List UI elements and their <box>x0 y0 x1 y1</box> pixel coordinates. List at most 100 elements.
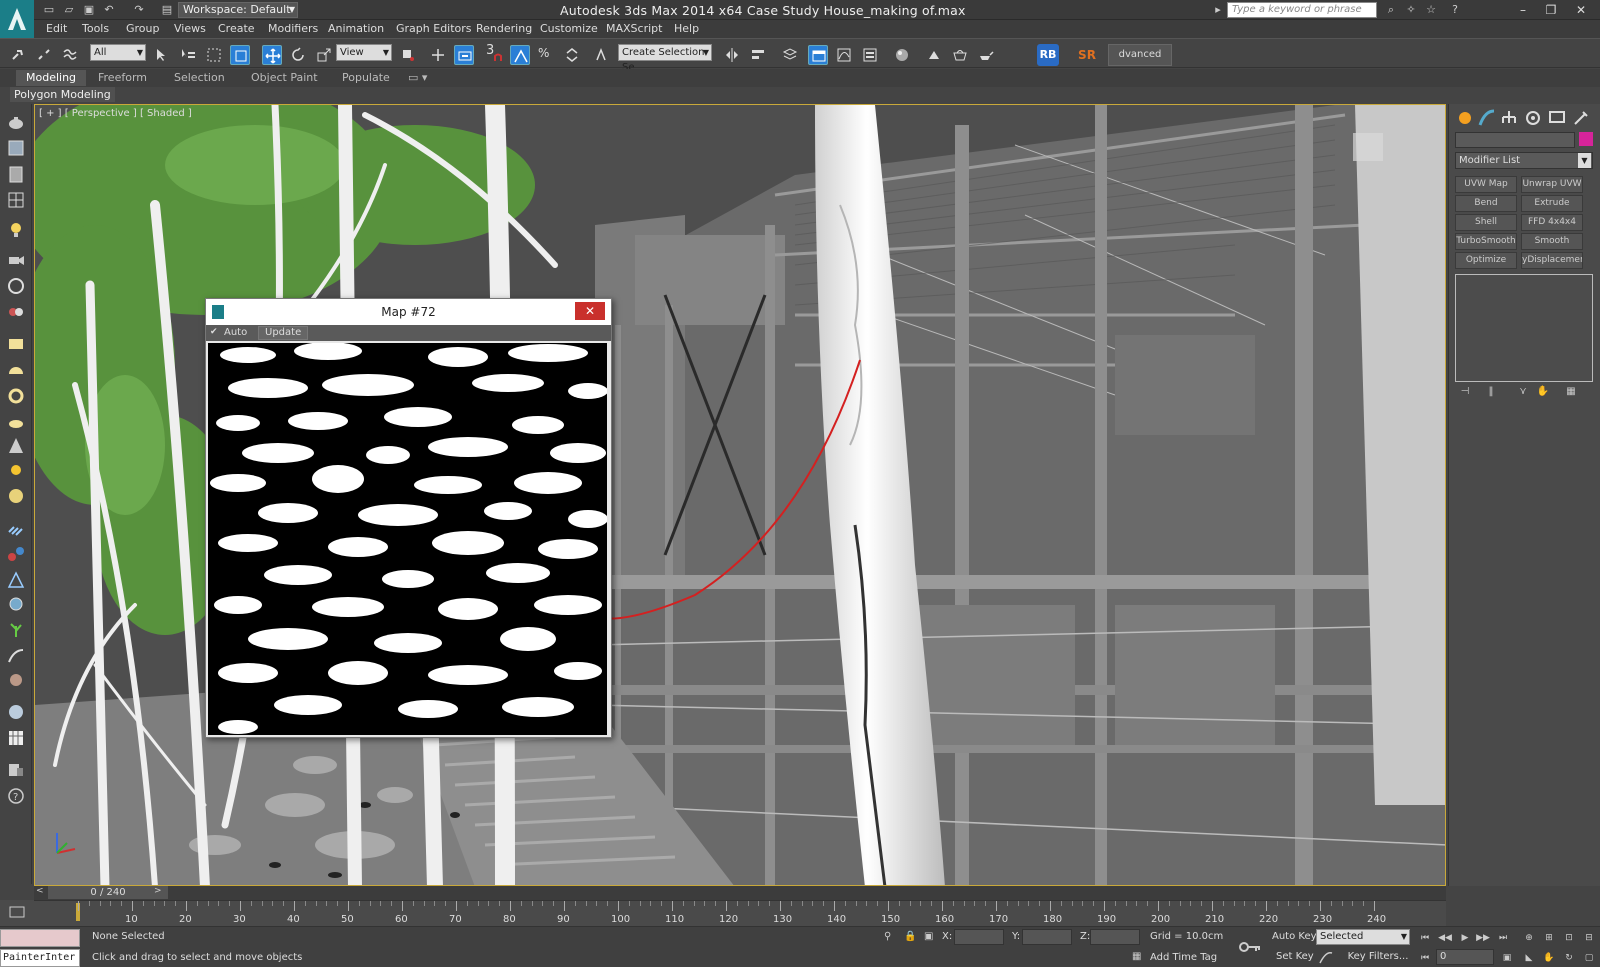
rb-button[interactable]: RB <box>1037 44 1059 66</box>
material-sphere-icon[interactable] <box>6 702 26 722</box>
time-configuration-icon[interactable]: ▣ <box>1500 951 1514 965</box>
teapot-yellow-icon[interactable] <box>6 412 26 432</box>
undo-icon[interactable]: ↶ <box>102 3 116 17</box>
dynamics-icon[interactable] <box>6 544 26 564</box>
keyboard-shortcut-override-icon[interactable] <box>454 45 474 65</box>
modifier-ffd-button[interactable]: FFD 4x4x4 <box>1521 214 1583 231</box>
play-icon[interactable]: ▶ <box>1458 931 1472 945</box>
modifier-uvw-map-button[interactable]: UVW Map <box>1455 176 1517 193</box>
foliage-icon[interactable] <box>6 620 26 640</box>
menu-customize[interactable]: Customize <box>540 22 598 35</box>
modifier-list-dropdown[interactable]: Modifier List ▼ <box>1455 152 1593 169</box>
menu-maxscript[interactable]: MAXScript <box>606 22 662 35</box>
rectangular-selection-icon[interactable] <box>204 45 224 65</box>
configure-modifier-sets-icon[interactable]: ▦ <box>1563 386 1579 400</box>
z-coordinate-field[interactable] <box>1090 929 1140 945</box>
space-warp-icon[interactable] <box>6 302 26 322</box>
modify-tab-icon[interactable] <box>1477 108 1497 128</box>
field-of-view-icon[interactable]: ◣ <box>1522 951 1536 965</box>
map-window-close-button[interactable]: ✕ <box>575 302 605 320</box>
hair-fur-icon[interactable] <box>6 646 26 666</box>
key-tangent-icon[interactable] <box>1318 951 1334 965</box>
select-object-icon[interactable] <box>152 45 172 65</box>
tab-freeform[interactable]: Freeform <box>98 71 147 84</box>
render-production-icon[interactable] <box>976 45 996 65</box>
object-color-swatch[interactable] <box>1579 132 1593 146</box>
light-bulb-icon[interactable] <box>6 220 26 240</box>
track-bar-menu[interactable] <box>0 900 34 926</box>
menu-help[interactable]: Help <box>674 22 699 35</box>
box-icon[interactable] <box>6 164 26 184</box>
named-selection-dropdown[interactable]: Create Selection Se ▼ <box>618 44 712 73</box>
edit-named-selection-icon[interactable] <box>592 45 612 65</box>
gear-icon[interactable] <box>6 594 26 614</box>
key-selection-set-dropdown[interactable]: Selected ▼ <box>1316 929 1410 945</box>
unlink-icon[interactable] <box>34 45 54 65</box>
next-frame-icon[interactable]: ▶▶ <box>1476 931 1490 945</box>
search-input[interactable]: Type a keyword or phrase <box>1227 2 1377 18</box>
communication-center-icon[interactable]: ✧ <box>1404 3 1418 17</box>
expand-arrow-icon[interactable]: ▸ <box>1211 3 1225 17</box>
zoom-extents-all-icon[interactable]: ⊟ <box>1582 931 1596 945</box>
tab-object-paint[interactable]: Object Paint <box>251 71 318 84</box>
material-editor-icon[interactable] <box>892 45 912 65</box>
help-icon[interactable]: ? <box>1448 3 1462 17</box>
sun-icon[interactable] <box>6 460 26 480</box>
key-icon[interactable] <box>1238 937 1262 957</box>
tab-selection[interactable]: Selection <box>174 71 225 84</box>
lock-icon[interactable]: 🔒 <box>904 931 916 942</box>
align-icon[interactable] <box>748 45 768 65</box>
help-circle-icon[interactable]: ? <box>6 786 26 806</box>
select-by-name-icon[interactable] <box>178 45 198 65</box>
manipulate-icon[interactable] <box>428 45 448 65</box>
auto-key-button[interactable]: Auto Key <box>1272 931 1317 942</box>
cone-icon[interactable] <box>6 436 26 456</box>
menu-tools[interactable]: Tools <box>82 22 109 35</box>
grid-icon[interactable] <box>6 190 26 210</box>
project-folder-icon[interactable]: ▤ <box>160 3 174 17</box>
chevron-right-icon[interactable]: > <box>154 886 162 896</box>
checkmark-icon[interactable]: ✔ <box>210 327 218 337</box>
modifier-smooth-button[interactable]: Smooth <box>1521 233 1583 250</box>
close-window-button[interactable]: ✕ <box>1570 2 1592 18</box>
curve-editor-icon[interactable] <box>834 45 854 65</box>
menu-views[interactable]: Views <box>174 22 206 35</box>
layer-manager-icon[interactable] <box>780 45 800 65</box>
minimize-button[interactable]: – <box>1512 2 1534 18</box>
utilities-tab-icon[interactable] <box>1571 108 1591 128</box>
spinner-snap-icon[interactable] <box>562 45 582 65</box>
selection-filter-dropdown[interactable]: All ▼ <box>90 44 146 61</box>
camera-icon[interactable] <box>6 250 26 270</box>
percent-snap-icon[interactable]: % <box>536 45 556 65</box>
reference-coordinate-dropdown[interactable]: View ▼ <box>336 44 392 61</box>
particles-icon[interactable] <box>6 518 26 538</box>
rendered-frame-window-icon[interactable] <box>950 45 970 65</box>
plane-icon[interactable] <box>6 138 26 158</box>
absolute-mode-icon[interactable]: ▣ <box>924 931 933 942</box>
schematic-view-icon[interactable] <box>860 45 880 65</box>
tab-modeling[interactable]: Modeling <box>16 70 87 86</box>
scene-explorer-icon[interactable] <box>6 760 26 780</box>
x-coordinate-field[interactable] <box>954 929 1004 945</box>
redo-icon[interactable]: ↷ <box>132 3 146 17</box>
time-tag-icon[interactable]: ▦ <box>1132 951 1141 962</box>
container-icon[interactable] <box>6 334 26 354</box>
teapot-icon[interactable] <box>6 112 26 132</box>
open-file-icon[interactable]: ▱ <box>62 3 76 17</box>
motion-tab-icon[interactable] <box>1523 108 1543 128</box>
advanced-painter-button[interactable]: dvanced Paint <box>1108 44 1172 66</box>
zoom-all-icon[interactable]: ⊞ <box>1542 931 1556 945</box>
hemisphere-icon[interactable] <box>6 360 26 380</box>
make-unique-icon[interactable]: ⋎ <box>1515 386 1531 400</box>
zoom-extents-icon[interactable]: ⊡ <box>1562 931 1576 945</box>
shell-icon[interactable] <box>6 670 26 690</box>
remove-modifier-icon[interactable]: ✋ <box>1535 386 1551 400</box>
pin-stack-icon[interactable]: ⊣ <box>1457 386 1473 400</box>
ribbon-toggle-icon[interactable]: ▭ ▾ <box>408 71 427 84</box>
menu-modifiers[interactable]: Modifiers <box>268 22 318 35</box>
save-file-icon[interactable]: ▣ <box>82 3 96 17</box>
menu-rendering[interactable]: Rendering <box>476 22 532 35</box>
favorites-star-icon[interactable]: ☆ <box>1424 3 1438 17</box>
bind-space-warp-icon[interactable] <box>60 45 80 65</box>
sphere-icon[interactable] <box>6 486 26 506</box>
